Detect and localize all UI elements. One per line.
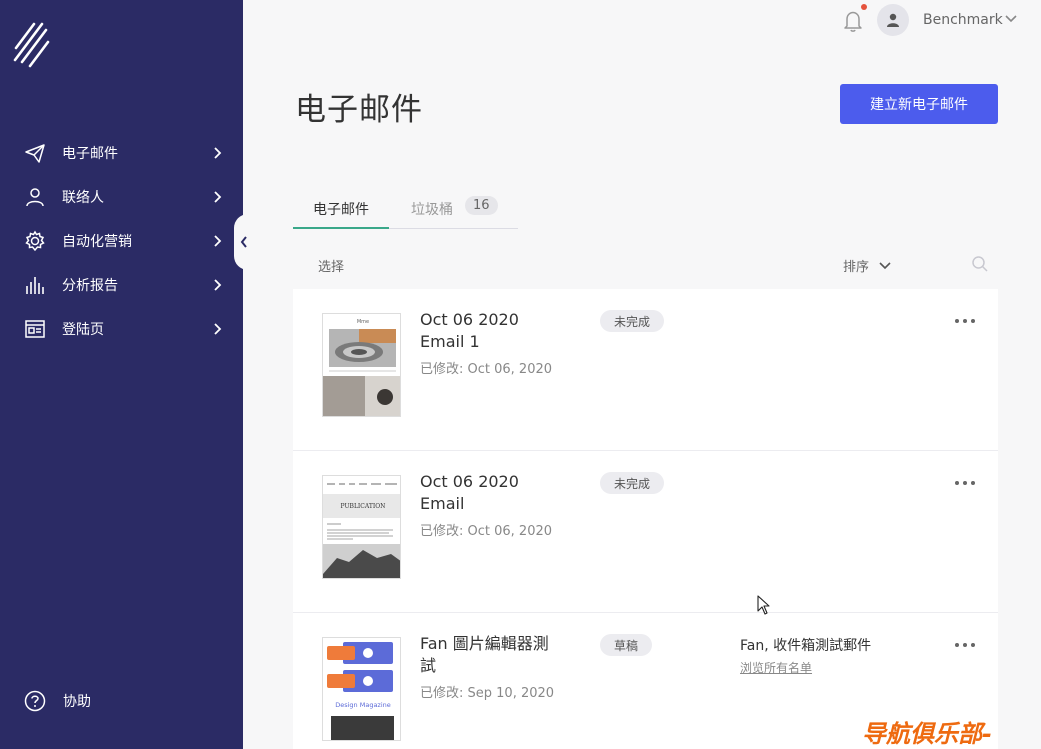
email-thumbnail[interactable]: Mme (322, 313, 401, 417)
gear-icon (24, 230, 46, 252)
chevron-right-icon (214, 235, 222, 247)
help-link[interactable]: 协助 (24, 690, 91, 712)
more-options-button[interactable] (955, 313, 975, 329)
sidebar-item-label: 电子邮件 (62, 146, 118, 162)
email-title[interactable]: Fan 圖片編輯器測試 (420, 633, 560, 677)
email-title[interactable]: Oct 06 2020 Email (420, 471, 560, 515)
notification-dot (861, 4, 867, 10)
email-thumbnail[interactable]: PUBLICATION (322, 475, 401, 579)
email-modified-date: 已修改: Oct 06, 2020 (420, 362, 553, 377)
thumbnail-text: PUBLICATION (341, 503, 386, 510)
watermark: 导航俱乐部- (862, 720, 992, 748)
trash-count-badge: 16 (465, 196, 498, 215)
chevron-left-icon (240, 236, 247, 248)
search-icon[interactable] (971, 255, 989, 273)
list-item[interactable]: Mme Oct 06 2020 Email 1 已修改: Oct 06, 202… (293, 289, 998, 451)
user-icon (24, 186, 46, 208)
sidebar: 电子邮件 联络人 自动化营销 分析报告 登陆页 协助 (0, 0, 243, 749)
help-icon (24, 690, 46, 712)
user-icon (887, 13, 899, 27)
email-preview-image: Design Magazine (323, 638, 400, 740)
sort-label: 排序 (843, 260, 870, 275)
email-preview-image: PUBLICATION (323, 476, 400, 578)
email-list: Mme Oct 06 2020 Email 1 已修改: Oct 06, 202… (293, 289, 998, 749)
email-modified-date: 已修改: Oct 06, 2020 (420, 524, 553, 539)
select-toggle[interactable]: 选择 (318, 256, 344, 275)
layout-icon (24, 318, 46, 340)
sidebar-item-label: 联络人 (62, 190, 104, 206)
chevron-right-icon (214, 323, 222, 335)
chevron-down-icon[interactable] (1005, 14, 1017, 24)
avatar[interactable] (877, 4, 909, 36)
mouse-cursor-icon (757, 595, 770, 615)
page-title: 电子邮件 (295, 92, 423, 128)
list-item[interactable]: PUBLICATION Oct 06 2020 Email 已修改: Oct 0… (293, 451, 998, 613)
sidebar-item-label: 登陆页 (62, 322, 104, 338)
tab-trash-label: 垃圾桶 (411, 202, 453, 218)
sidebar-item-label: 自动化营销 (62, 234, 132, 250)
help-label: 协助 (63, 694, 91, 710)
thumbnail-text: Design Magazine (335, 701, 391, 709)
tab-emails[interactable]: 电子邮件 (293, 191, 389, 229)
chevron-right-icon (214, 191, 222, 203)
email-thumbnail[interactable]: Design Magazine (322, 637, 401, 741)
more-options-button[interactable] (955, 475, 975, 491)
sidebar-nav: 电子邮件 联络人 自动化营销 分析报告 登陆页 (0, 131, 243, 351)
chevron-down-icon (879, 261, 891, 269)
user-name[interactable]: Benchmark (923, 12, 1003, 28)
recipient-list-name: Fan, 收件箱測試郵件 (740, 638, 872, 654)
chevron-right-icon (214, 147, 222, 159)
email-modified-date: 已修改: Sep 10, 2020 (420, 686, 555, 701)
sidebar-item-reports[interactable]: 分析报告 (0, 263, 243, 307)
view-all-lists-link[interactable]: 浏览所有名单 (740, 659, 812, 676)
status-badge: 未完成 (600, 472, 665, 494)
svg-text:Mme: Mme (357, 319, 369, 325)
chevron-right-icon (214, 279, 222, 291)
sidebar-collapse-toggle[interactable] (234, 214, 254, 270)
sidebar-item-contacts[interactable]: 联络人 (0, 175, 243, 219)
email-preview-image: Mme (323, 314, 400, 416)
status-badge: 草稿 (600, 634, 653, 656)
notification-bell-icon[interactable] (843, 9, 863, 33)
email-tabs: 电子邮件 垃圾桶 16 (293, 191, 518, 229)
bar-chart-icon (24, 274, 46, 296)
sidebar-item-label: 分析报告 (62, 278, 118, 294)
create-email-button[interactable]: 建立新电子邮件 (840, 84, 998, 124)
tab-trash[interactable]: 垃圾桶 16 (411, 191, 498, 229)
email-title[interactable]: Oct 06 2020 Email 1 (420, 309, 560, 353)
sidebar-item-landing-pages[interactable]: 登陆页 (0, 307, 243, 351)
sort-dropdown[interactable]: 排序 (843, 256, 891, 275)
paper-plane-icon (24, 142, 46, 164)
benchmark-logo-icon[interactable] (12, 18, 52, 70)
status-badge: 未完成 (600, 310, 665, 332)
more-options-button[interactable] (955, 637, 975, 653)
sidebar-item-automation[interactable]: 自动化营销 (0, 219, 243, 263)
tab-emails-label: 电子邮件 (313, 202, 369, 218)
sidebar-item-email[interactable]: 电子邮件 (0, 131, 243, 175)
